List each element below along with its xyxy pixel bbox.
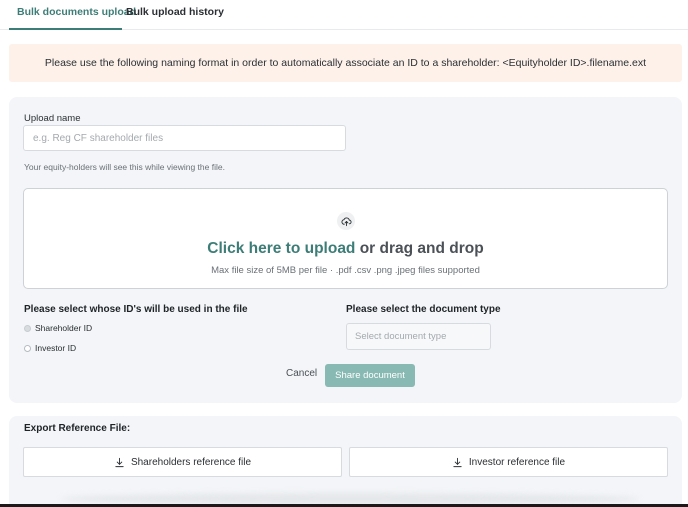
naming-format-banner: Please use the following naming format i…	[9, 44, 682, 82]
id-selection-title: Please select whose ID's will be used in…	[24, 304, 248, 315]
shareholders-reference-label: Shareholders reference file	[130, 456, 252, 468]
banner-text: Please use the following naming format i…	[44, 57, 647, 69]
radio-label-investor-id: Investor ID	[35, 343, 77, 353]
investor-reference-file-button[interactable]: Investor reference file	[349, 447, 668, 477]
upload-name-hint: Your equity-holders will see this while …	[24, 162, 225, 172]
drag-and-drop-text: or drag and drop	[355, 240, 484, 257]
radio-button-checked[interactable]	[24, 324, 31, 332]
radio-shareholder-id[interactable]: Shareholder ID	[24, 323, 92, 333]
tab-bar: Bulk documents upload Bulk upload histor…	[0, 0, 688, 30]
document-type-title: Please select the document type	[346, 304, 501, 315]
tab-bulk-upload-history[interactable]: Bulk upload history	[126, 6, 224, 18]
active-tab-indicator	[9, 28, 122, 30]
radio-investor-id[interactable]: Investor ID	[24, 343, 76, 353]
export-reference-title: Export Reference File:	[24, 423, 131, 434]
download-icon	[453, 457, 462, 467]
investor-reference-label: Investor reference file	[468, 456, 566, 468]
cancel-button[interactable]: Cancel	[286, 368, 317, 379]
tab-bulk-documents-upload[interactable]: Bulk documents upload	[17, 6, 136, 18]
radio-button[interactable]	[24, 344, 31, 352]
click-to-upload-link[interactable]: Click here to upload	[207, 240, 355, 257]
share-document-button[interactable]: Share document	[325, 364, 415, 387]
upload-panel: Upload name Your equity-holders will see…	[9, 97, 682, 403]
file-requirements-text: Max file size of 5MB per file · .pdf .cs…	[211, 265, 480, 276]
cloud-upload-icon	[337, 212, 355, 230]
shareholders-reference-file-button[interactable]: Shareholders reference file	[23, 447, 342, 477]
upload-name-input[interactable]	[23, 125, 346, 151]
document-type-select[interactable]: Select document type	[346, 323, 491, 350]
download-icon	[115, 457, 124, 467]
radio-label-shareholder-id: Shareholder ID	[35, 323, 93, 333]
upload-name-label: Upload name	[24, 113, 81, 124]
dropzone-headline: Click here to upload or drag and drop	[24, 240, 667, 258]
file-dropzone[interactable]: Click here to upload or drag and drop Ma…	[23, 188, 668, 289]
